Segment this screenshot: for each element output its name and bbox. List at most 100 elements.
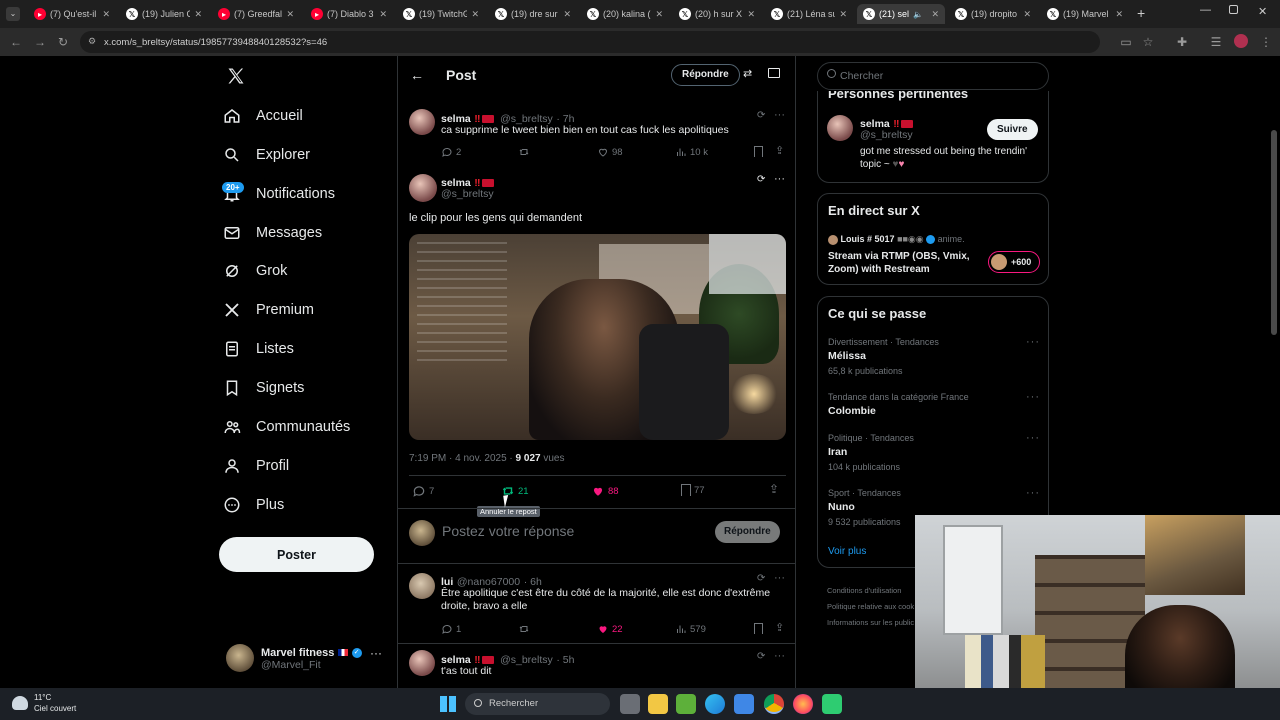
site-info-icon[interactable]: ⚙ [88,36,96,47]
more-icon[interactable]: ··· [1026,432,1040,444]
x-logo[interactable] [226,66,246,86]
sidebar-item-grok[interactable]: Grok [222,256,287,286]
tweet-video[interactable] [409,234,786,440]
author-handle[interactable]: @s_breltsy [860,129,913,141]
close-tab-icon[interactable]: ✕ [1023,9,1031,20]
reading-list-icon[interactable]: ☰ [1208,34,1224,50]
more-icon[interactable]: ··· [774,572,785,584]
browser-tab[interactable]: 𝕏 (19) dropito ✕ [949,4,1037,24]
follow-button[interactable]: Suivre [987,119,1038,140]
sidebar-item-plus[interactable]: Plus [222,490,284,520]
browser-tab[interactable]: 𝕏 (21) sel 🔈 ✕ [857,4,945,24]
sidebar-item-explorer[interactable]: Explorer [222,140,310,170]
grok-icon[interactable]: ⟳ [757,110,765,121]
task-view-icon[interactable] [620,694,640,714]
show-more-link[interactable]: Voir plus [828,546,866,557]
browser-tab[interactable]: ▸ (7) Diablo 3 ✕ [305,4,393,24]
grok-icon[interactable]: ⟳ [757,573,765,584]
live-host[interactable]: Louis # 5017 ■■◉◉ anime. [828,234,965,245]
tab-list-dropdown[interactable]: ⌄ [6,7,20,21]
minimize-button[interactable]: — [1200,4,1211,16]
reply-action[interactable]: 2 [441,146,461,158]
more-icon[interactable]: ··· [774,650,785,662]
repost-action[interactable] [518,623,530,635]
browser-menu-icon[interactable]: ⋮ [1258,34,1274,50]
taskbar-search-input[interactable]: Rechercher [465,693,610,715]
avatar[interactable] [409,650,435,676]
trend-item[interactable]: Politique · Tendances Iran 104 k publicati… [828,432,1040,472]
bookmark-icon[interactable] [754,146,763,157]
close-tab-icon[interactable]: ✕ [286,9,294,20]
sidebar-item-premium[interactable]: Premium [222,295,314,325]
avatar[interactable] [827,115,853,141]
weather-icon[interactable] [12,696,28,710]
browser-tab[interactable]: 𝕏 (21) Léna su ✕ [765,4,853,24]
like-action[interactable]: 98 [597,146,623,158]
trend-item[interactable]: Divertissement · Tendances Mélissa 65,8 k … [828,336,1040,376]
firefox-icon[interactable] [793,694,813,714]
author-handle[interactable]: @s_breltsy [500,654,553,666]
forward-icon[interactable]: → [32,34,48,50]
account-switcher[interactable]: Marvel fitness ✓ @Marvel_Fit ··· [224,642,389,676]
close-tab-icon[interactable]: ✕ [379,9,387,20]
sidebar-item-communauts[interactable]: Communautés [222,412,350,442]
more-icon[interactable]: ··· [1026,487,1040,499]
sidebar-item-signets[interactable]: Signets [222,373,304,403]
close-tab-icon[interactable]: ✕ [1115,9,1123,20]
new-tab-button[interactable]: + [1137,5,1145,21]
footer-link[interactable]: Informations sur les public [827,615,914,631]
browser-tab[interactable]: 𝕏 (19) Marvel ✕ [1041,4,1129,24]
reply-action[interactable]: 1 [441,623,461,635]
tweet-timestamp[interactable]: 7:19 PM · 4 nov. 2025 · [409,453,513,464]
profile-avatar[interactable] [1234,34,1248,48]
repost-action[interactable] [518,146,530,158]
sidebar-item-profil[interactable]: Profil [222,451,289,481]
more-icon[interactable]: ··· [1026,391,1040,403]
share-icon[interactable]: ⇪ [775,144,784,157]
back-arrow-icon[interactable]: ← [410,67,424,83]
reload-icon[interactable]: ↻ [55,34,71,50]
live-text[interactable]: Stream via RTMP (OBS, Vmix, Zoom) with R… [828,250,988,276]
more-icon[interactable]: ··· [774,109,785,121]
close-tab-icon[interactable]: ✕ [102,9,110,20]
search-input[interactable]: Chercher [817,62,1049,90]
store-icon[interactable] [734,694,754,714]
author-handle[interactable]: @s_breltsy [441,188,494,200]
live-listeners[interactable]: +600 [988,251,1040,273]
browser-tab[interactable]: 𝕏 (20) kalina (✕ [581,4,669,24]
chrome-icon[interactable] [764,694,784,714]
sidebar-item-accueil[interactable]: Accueil [222,101,303,131]
reply-input[interactable]: Postez votre réponse [442,523,574,539]
account-more-icon[interactable]: ··· [370,646,382,660]
app-icon[interactable] [822,694,842,714]
browser-tab[interactable]: 𝕏 (19) TwitchG ✕ [397,4,485,24]
like-action[interactable]: 22 [597,623,623,635]
nvidia-icon[interactable] [676,694,696,714]
close-tab-icon[interactable]: ✕ [931,9,939,20]
page-scrollbar[interactable] [1271,130,1277,335]
file-explorer-icon[interactable] [648,694,668,714]
share-icon[interactable]: ⇪ [775,621,784,634]
audio-icon[interactable]: 🔈 [913,10,923,19]
sidebar-item-listes[interactable]: Listes [222,334,294,364]
back-icon[interactable]: ← [8,34,24,50]
share-icon[interactable]: ⇪ [769,482,779,496]
browser-tab[interactable]: ▸ (7) Qu'est-il ✕ [28,4,116,24]
more-icon[interactable]: ··· [1026,336,1040,348]
footer-link[interactable]: Politique relative aux cook [827,599,914,615]
browser-tab[interactable]: 𝕏 (20) h sur X ✕ [673,4,761,24]
reply-action[interactable]: 7 [412,484,434,498]
bookmark-action[interactable]: 77 [681,484,705,496]
views-action[interactable]: 579 [675,623,706,635]
close-tab-icon[interactable]: ✕ [563,9,571,20]
close-window-button[interactable]: ✕ [1258,5,1267,18]
header-reply-button[interactable]: Répondre [671,64,740,86]
close-tab-icon[interactable]: ✕ [194,9,202,20]
avatar[interactable] [409,174,437,202]
like-action[interactable]: 88 [591,484,619,498]
sidebar-item-messages[interactable]: Messages [222,218,322,248]
footer-link[interactable]: Conditions d'utilisation [827,583,914,599]
views-action[interactable]: 10 k [675,146,708,158]
start-icon[interactable] [440,696,456,712]
grok-icon[interactable]: ⟳ [757,651,765,662]
